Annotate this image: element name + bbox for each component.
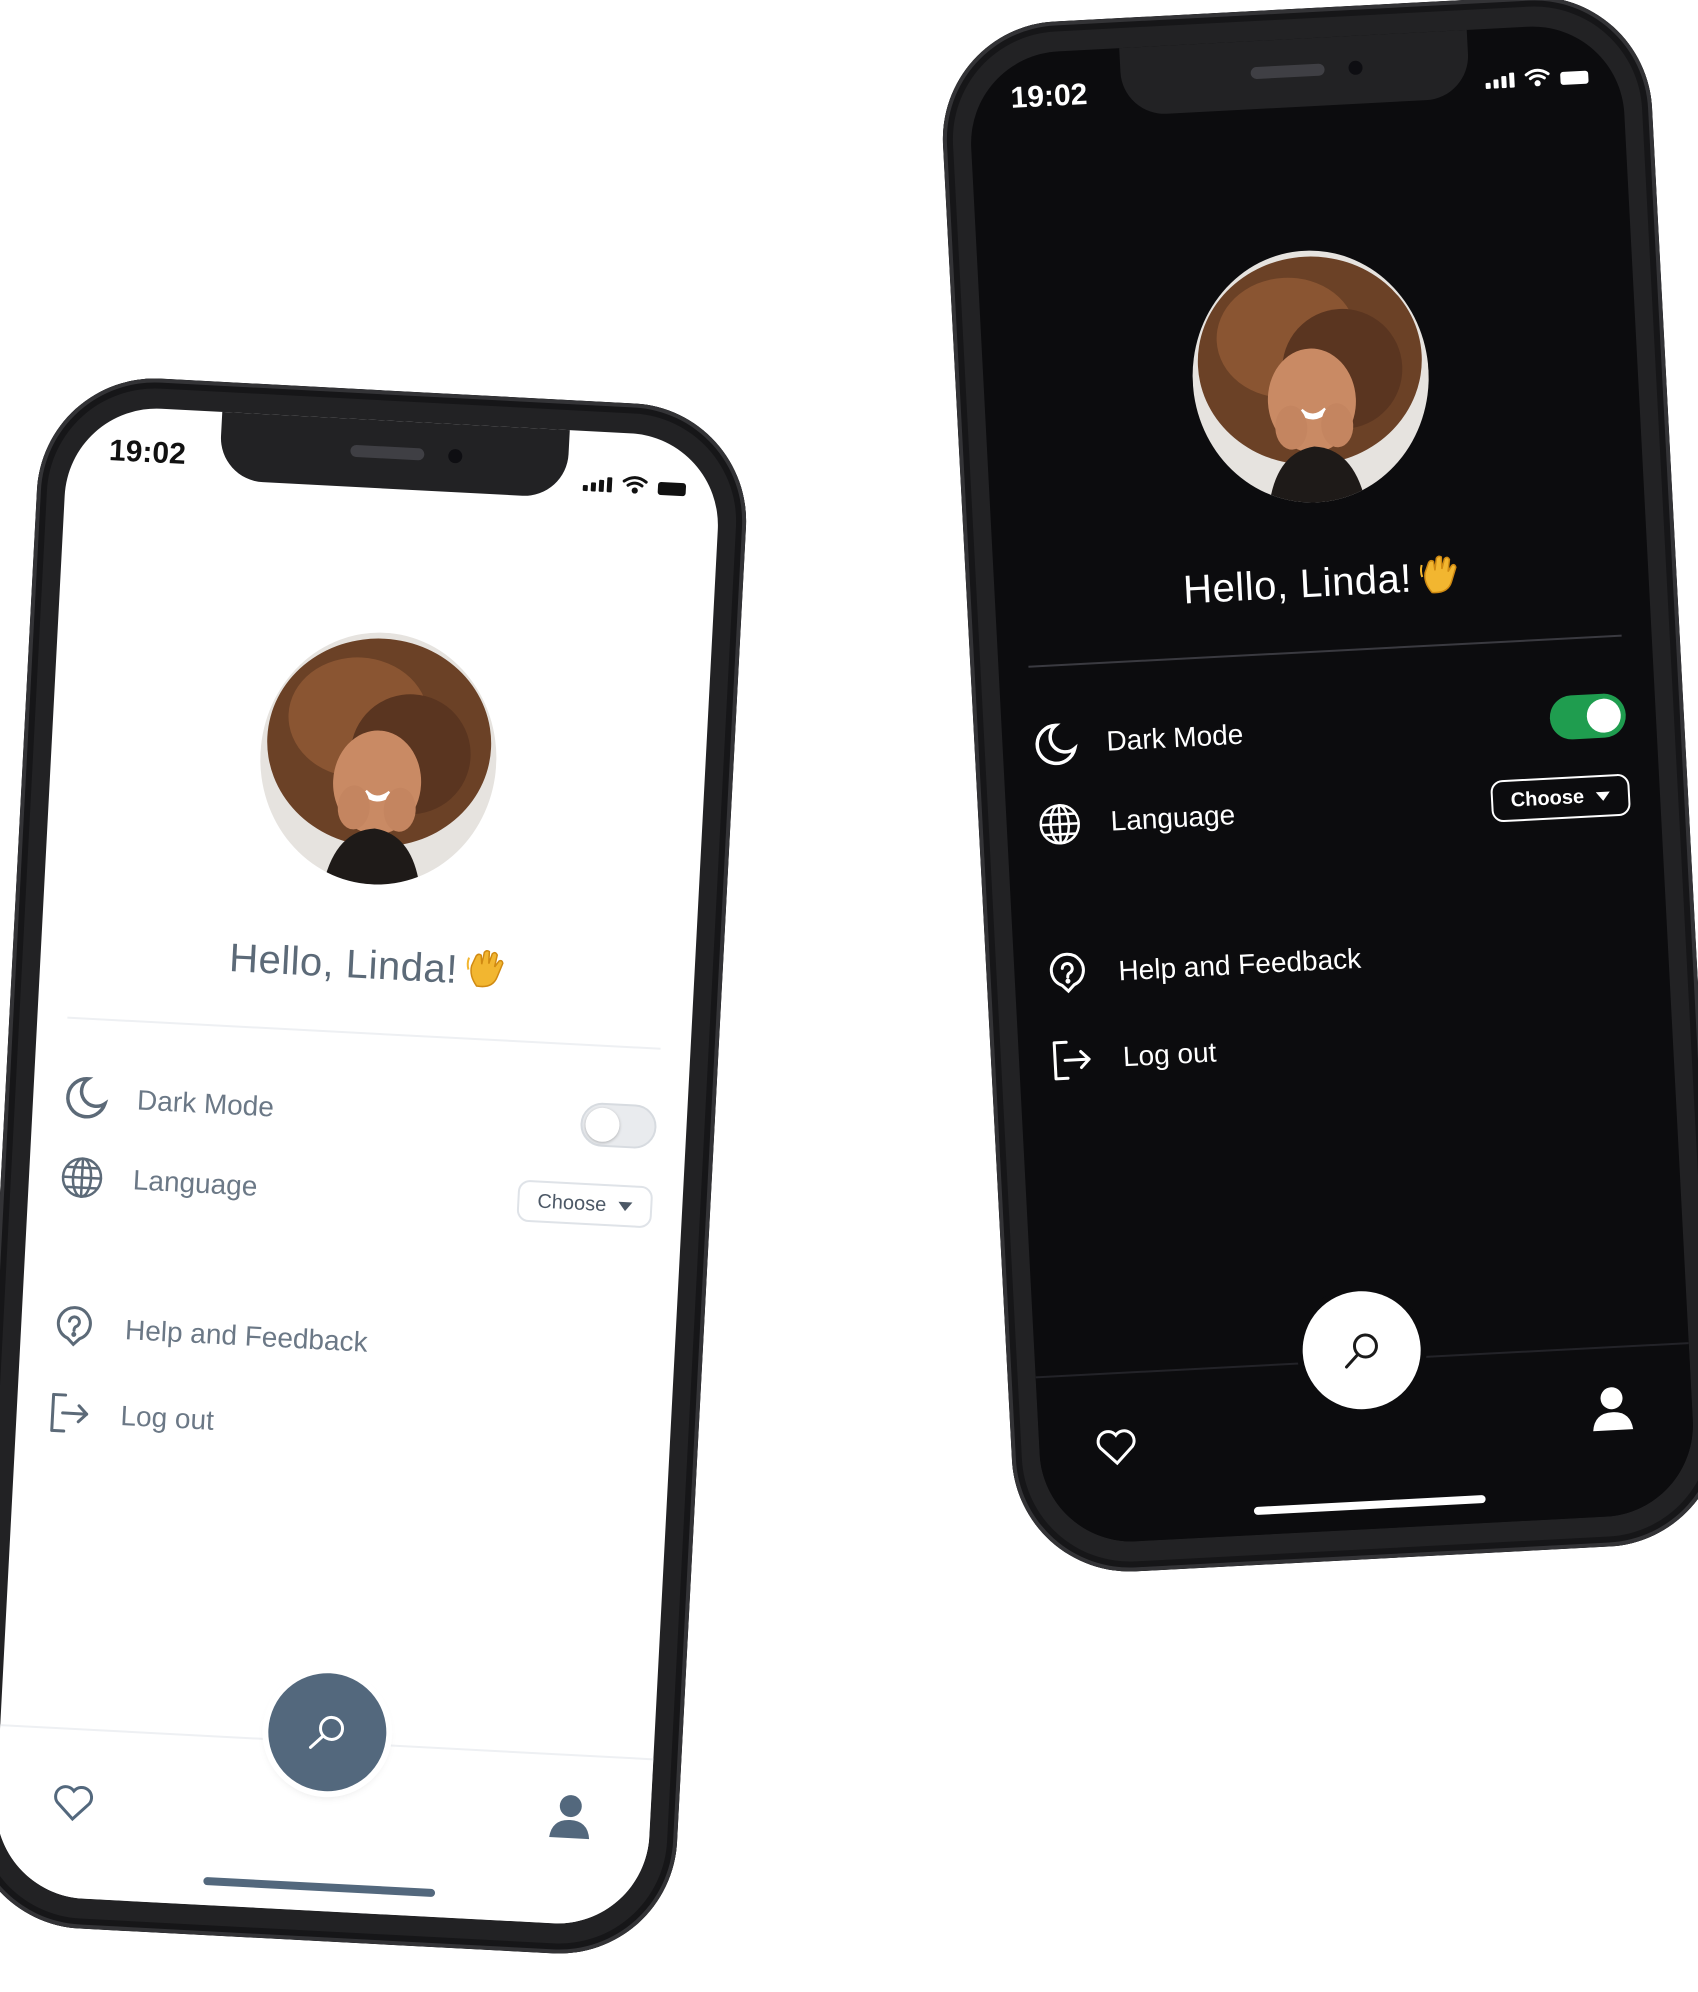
greeting: Hello, Linda! <box>39 923 695 1011</box>
signal-icon <box>1485 72 1515 89</box>
mockup-stage: 19:02 Hello, Linda! Dark Mode Language C… <box>0 0 1698 1992</box>
dark-mode-label: Dark Mode <box>136 1084 275 1123</box>
language-row[interactable]: Language Choose <box>58 1148 654 1235</box>
help-row[interactable]: Help and Feedback <box>50 1298 646 1385</box>
avatar <box>1186 244 1436 509</box>
logout-row[interactable]: Log out <box>45 1384 641 1471</box>
logout-label: Log out <box>119 1399 215 1436</box>
battery-icon <box>1560 70 1589 86</box>
toggle-knob <box>1585 697 1622 734</box>
waving-hand-icon <box>464 945 507 1001</box>
search-icon <box>1345 1333 1378 1369</box>
logout-label: Log out <box>1122 1036 1218 1073</box>
globe-icon <box>61 1157 103 1198</box>
logout-row[interactable]: Log out <box>1048 1002 1644 1089</box>
search-button[interactable] <box>265 1670 390 1795</box>
speaker <box>350 444 425 461</box>
help-row[interactable]: Help and Feedback <box>1043 916 1639 1003</box>
phone-light: 19:02 Hello, Linda! Dark Mode Language C… <box>0 372 753 1960</box>
dark-mode-toggle[interactable] <box>1548 692 1627 741</box>
language-dropdown-label: Choose <box>1510 785 1585 812</box>
logout-icon <box>50 1392 89 1433</box>
dark-mode-label: Dark Mode <box>1105 718 1245 757</box>
status-time: 19:02 <box>108 434 187 472</box>
notch <box>1119 27 1471 117</box>
camera <box>447 448 463 464</box>
help-icon <box>1049 952 1085 994</box>
greeting-text: Hello, Linda! <box>228 936 459 992</box>
wifi-icon <box>622 476 648 494</box>
waving-hand-icon <box>1418 551 1461 607</box>
language-row[interactable]: Language Choose <box>1035 766 1632 853</box>
chevron-down-icon <box>618 1201 633 1211</box>
search-button[interactable] <box>1299 1288 1424 1413</box>
language-label: Language <box>1109 799 1236 837</box>
language-dropdown[interactable]: Choose <box>516 1179 654 1229</box>
camera <box>1348 60 1363 76</box>
logout-icon <box>1052 1040 1091 1081</box>
toggle-knob <box>584 1106 621 1143</box>
language-dropdown[interactable]: Choose <box>1489 773 1632 823</box>
dark-mode-row[interactable]: Dark Mode <box>1031 687 1627 774</box>
speaker <box>1250 63 1325 80</box>
heart-icon[interactable] <box>51 1783 95 1823</box>
divider <box>1028 634 1622 668</box>
heart-icon[interactable] <box>1094 1427 1138 1467</box>
moon-icon <box>66 1077 109 1119</box>
bottom-nav <box>1035 1288 1698 1547</box>
status-icons <box>582 473 687 497</box>
language-dropdown-label: Choose <box>536 1190 607 1216</box>
avatar <box>253 626 503 891</box>
home-indicator <box>1253 1494 1486 1516</box>
divider <box>67 1016 661 1050</box>
screen-light: 19:02 Hello, Linda! Dark Mode Language C… <box>0 403 723 1929</box>
status-time: 19:02 <box>1009 77 1089 115</box>
battery-icon <box>657 481 687 497</box>
dark-mode-toggle[interactable] <box>579 1101 658 1150</box>
help-icon <box>56 1306 92 1347</box>
language-label: Language <box>132 1164 259 1202</box>
user-icon[interactable] <box>547 1791 593 1841</box>
home-indicator <box>203 1876 436 1898</box>
screen-dark: 19:02 Hello, Linda! Dark Mode Language C… <box>966 21 1698 1547</box>
bottom-nav <box>0 1670 654 1929</box>
chevron-down-icon <box>1595 790 1611 801</box>
notch <box>218 409 570 499</box>
status-icons <box>1485 66 1589 89</box>
wifi-icon <box>1524 68 1550 87</box>
greeting: Hello, Linda! <box>994 541 1650 629</box>
help-label: Help and Feedback <box>1117 942 1362 987</box>
moon-icon <box>1035 723 1078 766</box>
phone-dark: 19:02 Hello, Linda! Dark Mode Language C… <box>936 0 1698 1578</box>
dark-mode-row[interactable]: Dark Mode <box>62 1069 658 1156</box>
signal-icon <box>582 476 613 493</box>
help-label: Help and Feedback <box>124 1314 369 1358</box>
search-icon <box>309 1715 345 1749</box>
greeting-text: Hello, Linda! <box>1182 556 1413 613</box>
user-icon[interactable] <box>1589 1383 1635 1433</box>
globe-icon <box>1039 804 1080 845</box>
